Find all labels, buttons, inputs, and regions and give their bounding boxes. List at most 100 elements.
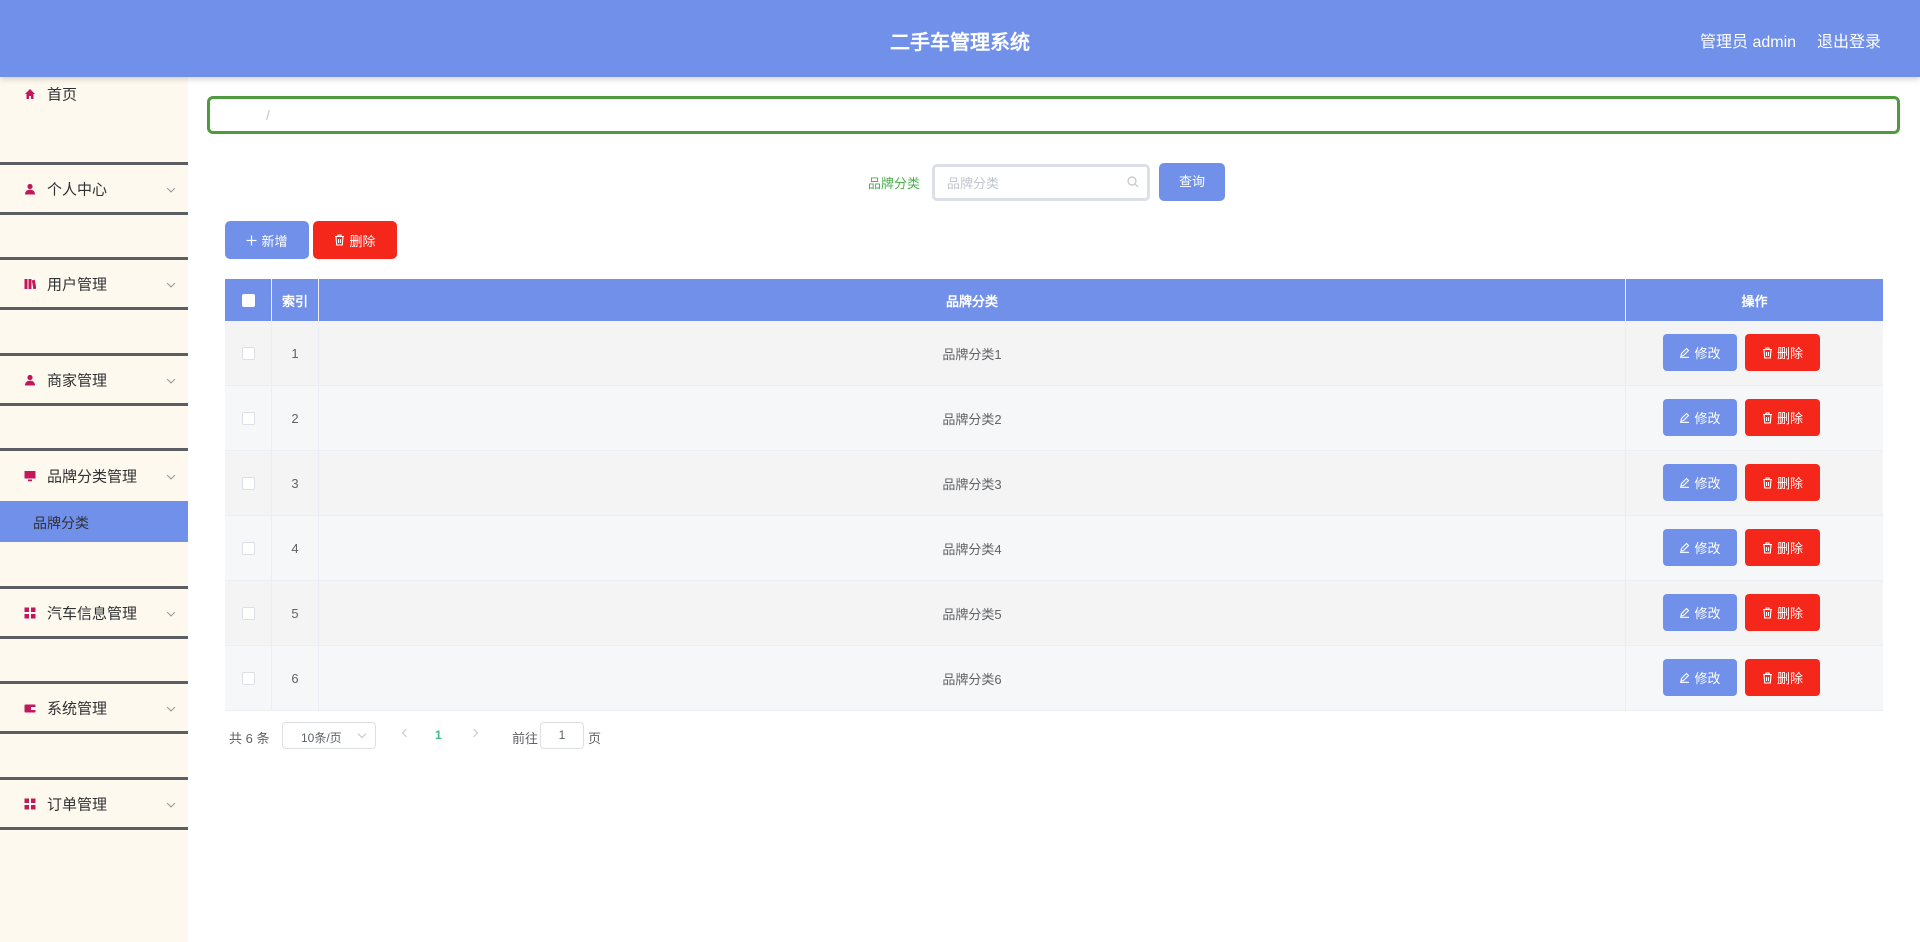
row-checkbox[interactable]: [242, 412, 255, 425]
sidebar: 首页 个人中心 用户管理 商家管理 品牌分类管理 品牌分类: [0, 77, 188, 942]
query-button[interactable]: 查询: [1159, 163, 1225, 201]
row-checkbox[interactable]: [242, 542, 255, 555]
row-index: 2: [272, 386, 319, 450]
next-page-icon[interactable]: [470, 729, 478, 737]
edit-button[interactable]: 修改: [1663, 594, 1737, 631]
edit-button[interactable]: 修改: [1663, 659, 1737, 696]
row-category: 品牌分类1: [319, 321, 1626, 385]
edit-icon: [1679, 542, 1690, 553]
trash-icon: [1762, 607, 1773, 619]
home-icon: [24, 88, 36, 100]
row-checkbox[interactable]: [242, 477, 255, 490]
edit-icon: [1679, 477, 1690, 488]
edit-icon: [1679, 607, 1690, 618]
sidebar-item-label: 首页: [47, 84, 77, 105]
trash-icon: [1762, 477, 1773, 489]
table-row: 1品牌分类1 修改删除: [225, 321, 1883, 386]
delete-button-label: 删除: [1777, 473, 1803, 492]
row-index: 3: [272, 451, 319, 515]
table-body: 1品牌分类1修改删除2品牌分类2修改删除3品牌分类3修改删除4品牌分类4修改删除…: [225, 321, 1883, 711]
row-select-cell: [225, 386, 272, 450]
header-index: 索引: [272, 279, 319, 321]
delete-button[interactable]: 删除: [1745, 464, 1820, 501]
goto-page-input[interactable]: 1: [540, 722, 584, 749]
delete-button[interactable]: 删除: [1745, 594, 1820, 631]
sidebar-item-brand-category-management[interactable]: 品牌分类管理: [0, 448, 188, 501]
sidebar-item-merchant-management[interactable]: 商家管理: [0, 353, 188, 406]
prev-page-icon[interactable]: [402, 729, 410, 737]
sidebar-subitem-brand-category[interactable]: 品牌分类: [0, 501, 188, 542]
sidebar-item-label: 汽车信息管理: [47, 602, 137, 623]
top-header: 二手车管理系统 管理员 admin 退出登录: [0, 0, 1920, 77]
table-row: 4品牌分类4修改删除: [225, 516, 1883, 581]
logout-link[interactable]: 退出登录: [1817, 28, 1881, 52]
sidebar-item-label: 商家管理: [47, 369, 107, 390]
sidebar-item-order-management[interactable]: 订单管理: [0, 777, 188, 830]
row-category: 品牌分类4: [319, 516, 1626, 580]
delete-button-label: 删除: [1777, 408, 1803, 427]
edit-icon: [1679, 672, 1690, 683]
edit-icon: [1679, 347, 1690, 358]
sidebar-item-personal-center[interactable]: 个人中心: [0, 162, 188, 215]
row-checkbox[interactable]: [242, 672, 255, 685]
table-row: 5品牌分类5 修改 删除: [225, 581, 1883, 646]
row-checkbox[interactable]: [242, 347, 255, 360]
row-select-cell: [225, 581, 272, 645]
brand-category-table: 索引 品牌分类 操作 1品牌分类1修改删除2品牌分类2修改删除3品牌分类3修改删…: [225, 279, 1883, 711]
edit-button[interactable]: 修改: [1663, 464, 1737, 501]
delete-button-label: 删除: [349, 231, 375, 250]
add-button[interactable]: 新增: [225, 221, 309, 259]
sidebar-item-user-management[interactable]: 用户管理: [0, 257, 188, 310]
pagination-total: 共 6 条: [229, 728, 269, 747]
sidebar-item-home[interactable]: 首页: [0, 77, 188, 111]
batch-delete-button[interactable]: 删除: [313, 221, 397, 259]
sidebar-item-car-info-management[interactable]: 汽车信息管理: [0, 586, 188, 639]
delete-button[interactable]: 删除: [1745, 529, 1820, 566]
table-row: 3品牌分类3修改删除: [225, 451, 1883, 516]
trash-icon: [1762, 542, 1773, 554]
user-icon: [24, 374, 36, 386]
monitor-icon: [24, 470, 36, 482]
page-size-select[interactable]: 10条/页: [282, 722, 376, 749]
wallet-icon: [24, 702, 36, 714]
sidebar-item-label: 用户管理: [47, 273, 107, 294]
edit-button[interactable]: 修改: [1663, 529, 1737, 566]
row-checkbox[interactable]: [242, 607, 255, 620]
chevron-down-icon: [167, 184, 175, 192]
delete-button[interactable]: 删除: [1745, 399, 1820, 436]
header-select-cell: [225, 279, 272, 321]
edit-button[interactable]: 修改: [1663, 399, 1737, 436]
delete-button[interactable]: 删除: [1745, 659, 1820, 696]
row-index: 6: [272, 646, 319, 710]
chevron-down-icon: [167, 703, 175, 711]
app-title: 二手车管理系统: [0, 26, 1920, 55]
delete-button[interactable]: 删除: [1745, 334, 1820, 371]
edit-button[interactable]: 修改: [1663, 334, 1737, 371]
select-all-checkbox[interactable]: [242, 294, 255, 307]
delete-button-label: 删除: [1777, 603, 1803, 622]
plus-icon: [246, 235, 257, 246]
search-field[interactable]: [932, 164, 1150, 201]
search-input[interactable]: [947, 173, 1117, 193]
search-label: 品牌分类: [868, 173, 920, 192]
add-button-label: 新增: [261, 231, 287, 250]
breadcrumb-separator: /: [266, 107, 270, 123]
header-ops: 操作: [1626, 279, 1883, 321]
edit-button-label: 修改: [1694, 668, 1720, 687]
edit-icon: [1679, 412, 1690, 423]
sidebar-item-label: 系统管理: [47, 697, 107, 718]
row-index: 1: [272, 321, 319, 385]
page-number[interactable]: 1: [435, 728, 442, 742]
pagination: 共 6 条 10条/页 1 前往 1 页: [0, 721, 700, 749]
trash-icon: [1762, 672, 1773, 684]
page-unit-label: 页: [588, 728, 601, 747]
row-category: 品牌分类5: [319, 581, 1626, 645]
chevron-down-icon: [167, 279, 175, 287]
chevron-down-icon: [167, 375, 175, 383]
row-select-cell: [225, 646, 272, 710]
book-icon: [24, 278, 36, 290]
chevron-down-icon: [167, 799, 175, 807]
grid-icon: [24, 607, 36, 619]
row-index: 5: [272, 581, 319, 645]
row-category: 品牌分类2: [319, 386, 1626, 450]
